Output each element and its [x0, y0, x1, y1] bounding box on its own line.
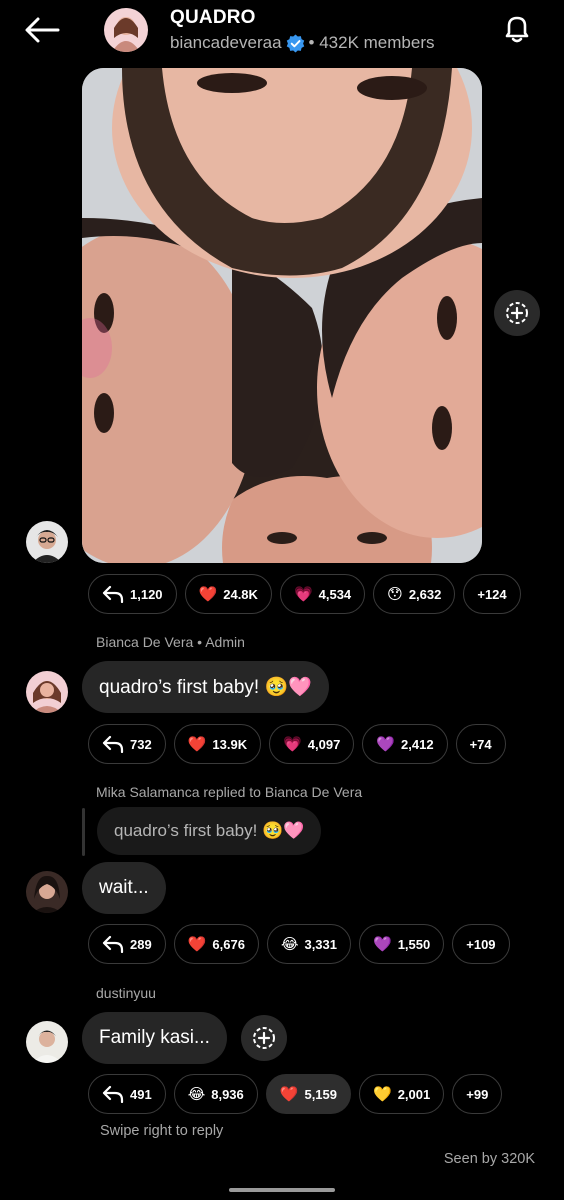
- reaction-row: 732 ❤️ 13.9K 💗 4,097 💜 2,412 +74: [88, 724, 506, 764]
- sender-name: Bianca De Vera • Admin: [96, 634, 245, 650]
- more-reactions-chip[interactable]: +99: [452, 1074, 503, 1114]
- more-reactions-chip[interactable]: +109: [452, 924, 510, 964]
- red-heart-icon: ❤️: [198, 585, 218, 603]
- reaction-chip[interactable]: 💜 1,550: [359, 924, 445, 964]
- more-reactions-chip[interactable]: +74: [455, 724, 506, 764]
- verified-badge-icon: [286, 33, 304, 53]
- reaction-row: 1,120 ❤️ 24.8K 💗 4,534 😯 2,632 +124: [88, 574, 521, 614]
- reaction-chip[interactable]: ❤️ 13.9K: [173, 724, 262, 764]
- shared-photo[interactable]: [82, 68, 482, 563]
- reaction-chip[interactable]: 😯 2,632: [373, 574, 456, 614]
- tears-of-joy-icon: 😂: [187, 1085, 206, 1103]
- reply-icon: [102, 735, 124, 753]
- quote-bar: [82, 808, 85, 856]
- sender-avatar[interactable]: [26, 671, 68, 713]
- reply-icon: [102, 1085, 124, 1103]
- add-reaction-button[interactable]: [494, 290, 540, 336]
- reply-chip[interactable]: 289: [88, 924, 166, 964]
- reply-context-label: Mika Salamanca replied to Bianca De Vera: [96, 784, 363, 800]
- owner-username[interactable]: biancadeveraa: [170, 33, 282, 53]
- reaction-chip[interactable]: 💗 4,534: [279, 574, 366, 614]
- swipe-hint: Swipe right to reply: [100, 1123, 224, 1139]
- sender-avatar[interactable]: [26, 521, 68, 563]
- member-count: • 432K members: [308, 33, 435, 52]
- message-bubble[interactable]: wait...: [82, 862, 166, 914]
- reaction-row: 289 ❤️ 6,676 😂 3,331 💜 1,550 +109: [88, 924, 510, 964]
- add-reaction-icon: [253, 1027, 275, 1049]
- message-bubble[interactable]: Family kasi...: [82, 1012, 227, 1064]
- reaction-chip[interactable]: 😂 3,331: [266, 924, 352, 964]
- reaction-chip[interactable]: 💜 2,412: [362, 724, 448, 764]
- red-heart-icon: ❤️: [187, 735, 207, 753]
- back-button[interactable]: [20, 12, 64, 48]
- hushed-face-icon: 😯: [387, 585, 403, 603]
- channel-subtitle: biancadeveraa • 432K members: [170, 33, 434, 53]
- reaction-chip[interactable]: 😂 8,936: [173, 1074, 258, 1114]
- chat-header: QUADRO biancadeveraa • 432K members: [0, 0, 564, 64]
- purple-heart-icon: 💜: [373, 935, 392, 953]
- sender-avatar[interactable]: [26, 871, 68, 913]
- reply-icon: [102, 935, 124, 953]
- bell-icon: [505, 16, 529, 43]
- reply-chip[interactable]: 491: [88, 1074, 166, 1114]
- reaction-chip[interactable]: 💛 2,001: [359, 1074, 445, 1114]
- sparkling-heart-icon: 💗: [283, 735, 302, 753]
- reaction-chip[interactable]: ❤️ 24.8K: [184, 574, 272, 614]
- message-bubble[interactable]: quadro’s first baby! 🥹🩷: [82, 661, 329, 713]
- reply-chip[interactable]: 1,120: [88, 574, 177, 614]
- channel-avatar[interactable]: [104, 8, 148, 52]
- reaction-chip-selected[interactable]: ❤️ 5,159: [265, 1074, 352, 1114]
- seen-count: Seen by 320K: [443, 1151, 535, 1167]
- reaction-chip[interactable]: 💗 4,097: [269, 724, 355, 764]
- red-heart-icon: ❤️: [187, 935, 207, 953]
- reaction-chip[interactable]: ❤️ 6,676: [173, 924, 259, 964]
- sparkling-heart-icon: 💗: [293, 585, 313, 603]
- arrow-left-icon: [25, 17, 60, 43]
- red-heart-icon: ❤️: [279, 1085, 299, 1103]
- purple-heart-icon: 💜: [376, 735, 396, 753]
- sender-avatar[interactable]: [26, 1021, 68, 1063]
- sender-name: dustinyuu: [96, 985, 156, 1001]
- add-reaction-icon: [506, 302, 528, 324]
- reply-icon: [102, 585, 124, 603]
- yellow-heart-icon: 💛: [373, 1085, 392, 1103]
- notifications-button[interactable]: [498, 10, 536, 48]
- channel-title[interactable]: QUADRO: [170, 7, 256, 29]
- tears-of-joy-icon: 😂: [280, 935, 299, 953]
- more-reactions-chip[interactable]: +124: [463, 574, 521, 614]
- home-indicator[interactable]: [229, 1188, 335, 1192]
- reply-chip[interactable]: 732: [88, 724, 166, 764]
- quoted-message[interactable]: quadro’s first baby! 🥹🩷: [97, 807, 322, 855]
- add-reaction-button[interactable]: [241, 1015, 287, 1061]
- reaction-row: 491 😂 8,936 ❤️ 5,159 💛 2,001 +99: [88, 1074, 503, 1114]
